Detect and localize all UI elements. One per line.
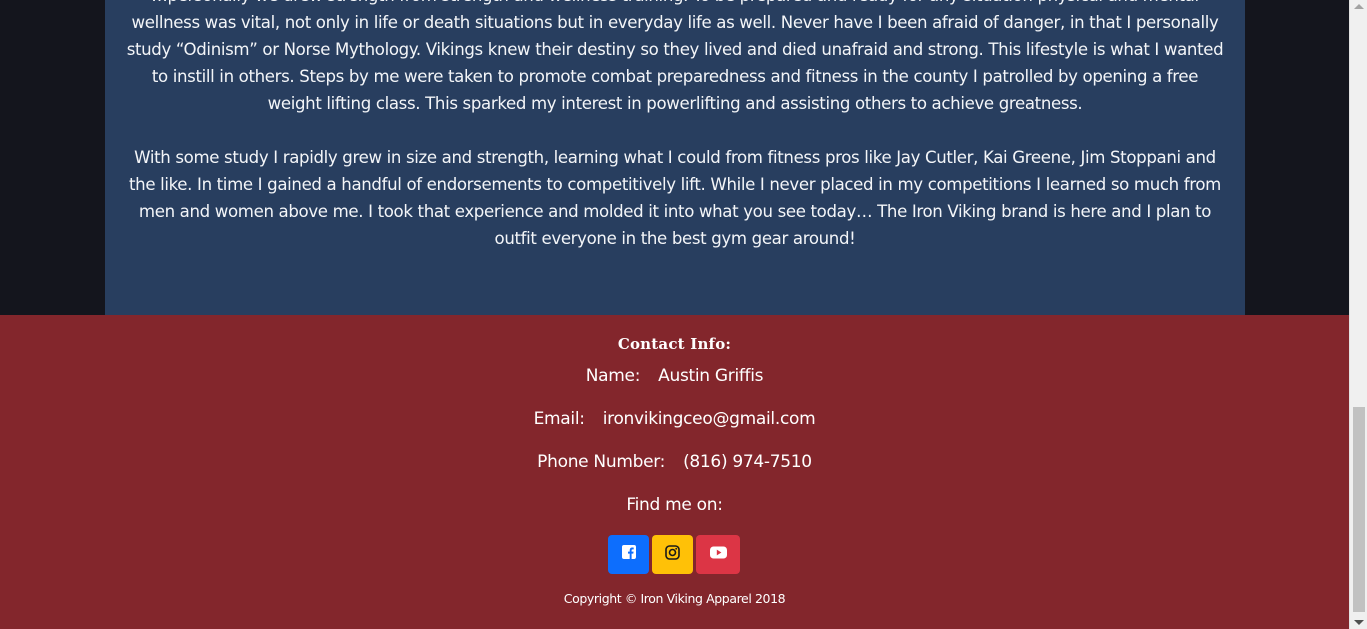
scroll-up-icon[interactable] <box>1354 4 1364 9</box>
social-buttons <box>608 535 740 574</box>
name-label: Name: <box>585 366 641 386</box>
page-viewport: …personally we drew strength from streng… <box>0 0 1349 629</box>
youtube-button[interactable] <box>696 535 740 574</box>
contact-phone-row: Phone Number: (816) 974-7510 <box>0 452 1349 472</box>
facebook-button[interactable] <box>608 535 649 574</box>
name-value: Austin Griffis <box>658 366 764 386</box>
scrollbar-thumb[interactable] <box>1353 407 1365 612</box>
instagram-icon <box>665 544 680 565</box>
contact-email-row: Email: ironvikingceo@gmail.com <box>0 409 1349 429</box>
instagram-button[interactable] <box>652 535 693 574</box>
youtube-icon <box>709 546 727 564</box>
find-me-label: Find me on: <box>626 495 723 515</box>
vertical-scrollbar[interactable] <box>1349 0 1367 629</box>
phone-label: Phone Number: <box>537 452 666 472</box>
email-label: Email: <box>533 409 585 429</box>
about-paragraph-1: …personally we drew strength from streng… <box>126 0 1224 113</box>
phone-value[interactable]: (816) 974-7510 <box>683 452 812 472</box>
contact-name-row: Name: Austin Griffis <box>0 366 1349 386</box>
scroll-down-icon[interactable] <box>1354 620 1364 625</box>
copyright-text: Copyright © Iron Viking Apparel 2018 <box>563 591 786 606</box>
email-value[interactable]: ironvikingceo@gmail.com <box>603 409 816 429</box>
about-paragraph-2: With some study I rapidly grew in size a… <box>129 148 1221 248</box>
facebook-icon <box>621 545 636 564</box>
contact-footer: Contact Info: Name: Austin Griffis Email:… <box>0 315 1349 629</box>
about-section: …personally we drew strength from streng… <box>105 0 1245 315</box>
contact-title: Contact Info: <box>617 335 732 353</box>
